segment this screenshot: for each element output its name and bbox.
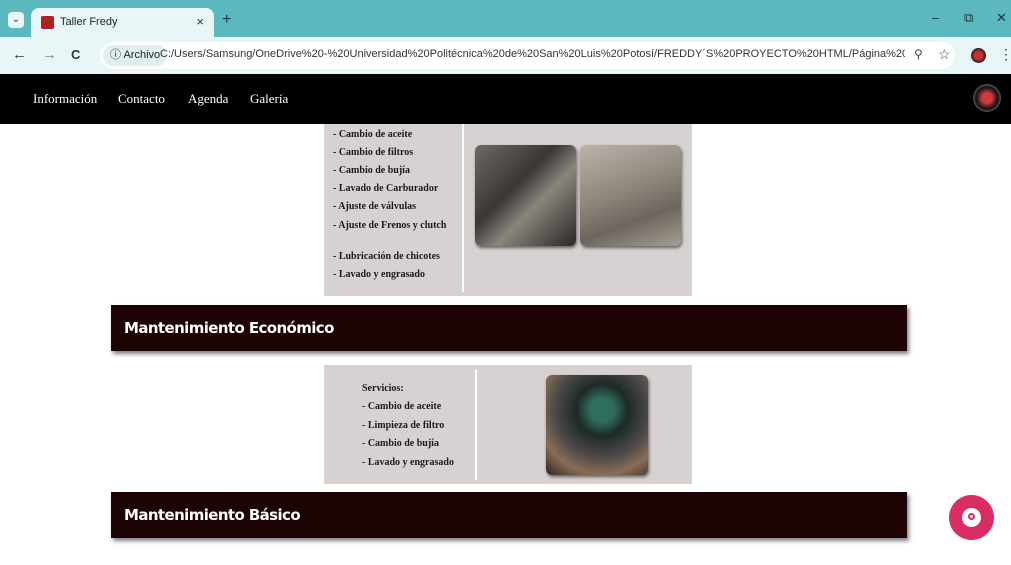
engine-block-photo (580, 145, 681, 246)
service-item: - Cambio de aceite (333, 129, 413, 140)
site-navbar: Información Contacto Agenda Galería (0, 74, 1011, 124)
panel-divider (475, 370, 477, 480)
banner-title: Mantenimiento Básico (124, 506, 301, 524)
service-item: - Lubricación de chicotes (333, 251, 440, 262)
service-item: - Limpieza de filtro (362, 420, 445, 431)
banner-mantenimiento-basico: Mantenimiento Básico (111, 492, 907, 538)
service-panel-top: - Cambio de aceite - Cambio de filtros -… (324, 124, 692, 296)
service-item: - Cambio de bujía (362, 438, 439, 449)
browser-tab-strip: ⌄ Taller Fredy × + – ⧉ ✕ (0, 0, 1011, 37)
profile-avatar[interactable] (971, 48, 986, 63)
url-input[interactable]: ⓘ Archivo C:/Users/Samsung/OneDrive%20-%… (100, 42, 955, 69)
service-panel-economico: Servicios: - Cambio de aceite - Limpieza… (324, 365, 692, 484)
chat-bubble-button[interactable] (949, 495, 994, 540)
tab-title: Taller Fredy (60, 16, 118, 28)
panel-divider (462, 124, 464, 292)
new-tab-button[interactable]: + (222, 11, 231, 29)
bookmark-star-icon[interactable]: ☆ (938, 46, 951, 63)
forward-button[interactable]: → (42, 46, 57, 63)
browser-menu-icon[interactable]: ⋮ (999, 46, 1011, 63)
zoom-icon[interactable]: ⚲ (914, 47, 923, 61)
banner-title: Mantenimiento Económico (124, 319, 334, 337)
site-logo[interactable] (973, 84, 1001, 112)
service-item: - Cambio de bujía (333, 165, 410, 176)
back-button[interactable]: ← (12, 46, 27, 63)
nav-link-galeria[interactable]: Galería (250, 91, 288, 107)
service-item: - Ajuste de Frenos y clutch (333, 220, 447, 231)
chat-icon-dot (968, 513, 975, 520)
tab-search-button[interactable]: ⌄ (8, 12, 24, 28)
tab-favicon-icon (41, 16, 54, 29)
minimize-button[interactable]: – (932, 10, 939, 25)
service-item: - Lavado de Carburador (333, 183, 439, 194)
chat-icon (962, 508, 981, 527)
restore-button[interactable]: ⧉ (964, 10, 973, 26)
reload-button[interactable]: C (71, 47, 80, 62)
service-item: - Lavado y engrasado (362, 457, 454, 468)
nav-link-agenda[interactable]: Agenda (188, 91, 228, 107)
service-item: - Cambio de filtros (333, 147, 414, 158)
url-text: C:/Users/Samsung/OneDrive%20-%20Universi… (160, 48, 905, 60)
service-item: - Ajuste de válvulas (333, 201, 417, 212)
motorcycle-engine-photo (475, 145, 576, 246)
browser-tab[interactable]: Taller Fredy × (31, 8, 214, 37)
address-bar: ← → C ⓘ Archivo C:/Users/Samsung/OneDriv… (0, 37, 1011, 74)
banner-mantenimiento-economico: Mantenimiento Económico (111, 305, 907, 351)
tab-close-icon[interactable]: × (196, 14, 204, 29)
service-item: - Lavado y engrasado (333, 269, 425, 280)
site-info-chip[interactable]: ⓘ Archivo (103, 45, 168, 66)
services-heading: Servicios: (362, 383, 404, 394)
window-close-button[interactable]: ✕ (996, 10, 1007, 26)
nav-link-informacion[interactable]: Información (33, 91, 97, 107)
service-item: - Cambio de aceite (362, 401, 442, 412)
nav-link-contacto[interactable]: Contacto (118, 91, 165, 107)
engine-cover-photo (546, 375, 648, 475)
